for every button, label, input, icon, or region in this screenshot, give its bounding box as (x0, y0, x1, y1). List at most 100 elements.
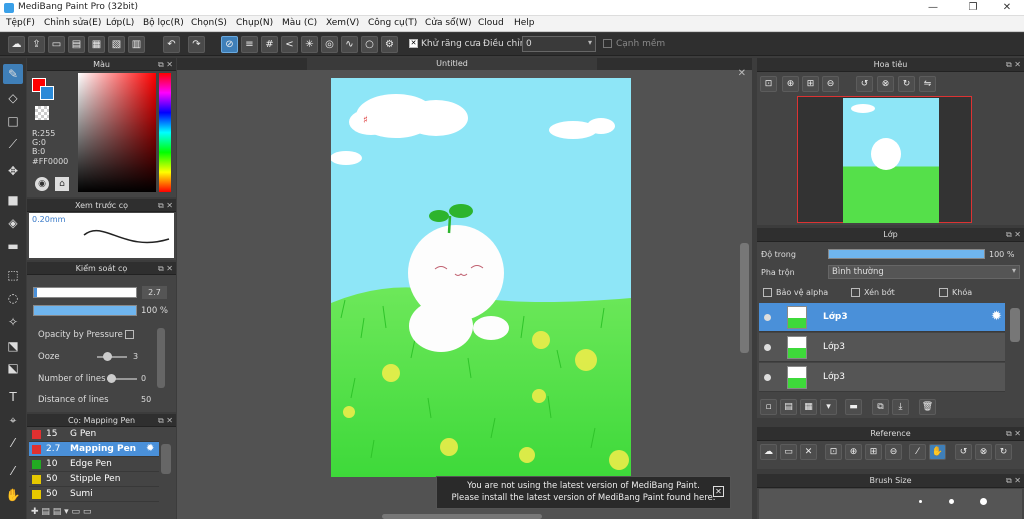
dot-tool-icon[interactable]: □ (3, 111, 23, 131)
select-pen-icon[interactable]: ⬔ (3, 336, 23, 356)
circle-snap-icon[interactable]: ◎ (321, 36, 338, 53)
snap-settings-icon[interactable]: ⚙ (381, 36, 398, 53)
eye-icon[interactable] (764, 314, 771, 321)
clipping-checkbox[interactable] (851, 288, 860, 297)
folder-icon[interactable]: ▬ (845, 399, 862, 415)
flip-icon[interactable]: ⇋ (919, 76, 936, 92)
reset-rotate-icon[interactable]: ⊗ (877, 76, 894, 92)
radial-snap-icon[interactable]: ✳ (301, 36, 318, 53)
protect-alpha-checkbox[interactable] (763, 288, 772, 297)
undo-icon[interactable]: ↶ (163, 36, 180, 53)
navigator-preview[interactable] (797, 96, 972, 223)
shape-tool-icon[interactable]: ■ (3, 190, 23, 210)
new-halftone-layer-icon[interactable]: ▦ (800, 399, 817, 415)
maximize-icon[interactable]: ❐ (960, 0, 986, 15)
panel-window-icon[interactable]: ⧉ ✕ (158, 58, 173, 71)
lasso-tool-icon[interactable]: ◌ (3, 288, 23, 308)
menu-tools[interactable]: Công cụ(T) (368, 18, 417, 28)
panel-window-icon[interactable]: ⧉ ✕ (158, 262, 173, 275)
canvas-hscrollbar[interactable] (382, 514, 542, 519)
hue-slider[interactable] (159, 73, 171, 192)
gear-icon[interactable]: ✹ (146, 443, 154, 454)
panel-window-icon[interactable]: ⧉ ✕ (1006, 228, 1021, 242)
gradient-tool-icon[interactable]: ▬ (3, 236, 23, 256)
add-brush-icon[interactable]: ✚ ▤ ▤ ▾ ▭ ▭ (31, 507, 91, 517)
eye-icon[interactable] (764, 344, 771, 351)
menu-file[interactable]: Tệp(F) (6, 18, 35, 28)
curve-snap-icon[interactable]: ∿ (341, 36, 358, 53)
zoom-fit-icon[interactable]: ⊡ (760, 76, 777, 92)
brush-tool-icon[interactable]: ✎ (3, 64, 23, 84)
antialias-checkbox[interactable]: ✕ (409, 39, 418, 48)
menu-cloud[interactable]: Cloud (478, 18, 504, 28)
select-tool-icon[interactable]: ⬚ (3, 265, 23, 285)
brush-item[interactable]: 10 Edge Pen (29, 457, 159, 472)
page-icon[interactable]: ▤ (68, 36, 85, 53)
open-folder-icon[interactable]: ▭ (780, 444, 797, 460)
zoom-in-icon[interactable]: ⊕ (782, 76, 799, 92)
eraser-tool-icon[interactable]: ◇ (3, 88, 23, 108)
grid-doc-icon[interactable]: ▧ (108, 36, 125, 53)
panel-window-icon[interactable]: ⧉ ✕ (1006, 427, 1021, 441)
zoom-fit-icon[interactable]: ⊡ (825, 444, 842, 460)
rotate-right-icon[interactable]: ↻ (995, 444, 1012, 460)
close-icon[interactable]: ✕ (994, 0, 1020, 15)
update-notice[interactable]: You are not using the latest version of … (436, 476, 731, 509)
brush-size-grid[interactable] (759, 489, 1022, 519)
brush-item[interactable]: 50 Sumi (29, 487, 159, 502)
ellipse-snap-icon[interactable]: ○ (361, 36, 378, 53)
rotate-left-icon[interactable]: ↺ (856, 76, 873, 92)
hand-icon[interactable]: ✋ (929, 444, 946, 460)
brush-ctrl-scrollbar[interactable] (157, 328, 165, 388)
opacity-pressure-checkbox[interactable] (125, 330, 134, 339)
blend-mode-select[interactable]: Bình thường ▾ (828, 265, 1020, 279)
move-tool-icon[interactable]: ✥ (3, 161, 23, 181)
actual-size-icon[interactable]: ⊞ (865, 444, 882, 460)
menu-edit[interactable]: Chỉnh sửa(E) (44, 18, 101, 28)
eye-icon[interactable] (764, 374, 771, 381)
menu-filter[interactable]: Bộ lọc(R) (143, 18, 184, 28)
blur-tool-icon[interactable]: ⟋ (3, 134, 23, 154)
lines-slider[interactable] (107, 374, 137, 383)
zoom-out-icon[interactable]: ⊖ (822, 76, 839, 92)
new-color-layer-icon[interactable]: ▤ (780, 399, 797, 415)
rotate-right-icon[interactable]: ↻ (898, 76, 915, 92)
minimize-icon[interactable]: — (920, 0, 946, 15)
select-eraser-icon[interactable]: ⬕ (3, 358, 23, 378)
duplicate-layer-icon[interactable]: ⧉ (872, 399, 889, 415)
lock-checkbox[interactable] (939, 288, 948, 297)
trash-icon[interactable]: 🗑 (919, 399, 936, 415)
menu-select[interactable]: Chọn(S) (191, 18, 227, 28)
add-special-layer-icon[interactable]: ▾ (820, 399, 837, 415)
reset-rotate-icon[interactable]: ⊗ (975, 444, 992, 460)
cross-snap-icon[interactable]: # (261, 36, 278, 53)
zoom-in-icon[interactable]: ⊕ (845, 444, 862, 460)
gear-icon[interactable]: ✹ (991, 309, 1002, 324)
document-icon[interactable]: ▦ (88, 36, 105, 53)
menu-help[interactable]: Help (514, 18, 535, 28)
layout-icon[interactable]: ▥ (128, 36, 145, 53)
canvas-vscrollbar[interactable] (740, 243, 749, 353)
menu-capture[interactable]: Chụp(N) (236, 18, 273, 28)
canvas-tab[interactable]: Untitled (307, 58, 597, 70)
fill-tool-icon[interactable]: ◈ (3, 213, 23, 233)
brush-size-slider[interactable] (33, 287, 137, 298)
eyedropper-icon[interactable]: ⁄ (909, 444, 926, 460)
panel-window-icon[interactable]: ⧉ ✕ (1006, 474, 1021, 488)
snap-off-icon[interactable]: ⊘ (221, 36, 238, 53)
close-reference-icon[interactable]: ✕ (800, 444, 817, 460)
brush-list-scrollbar[interactable] (161, 444, 171, 474)
actual-size-icon[interactable]: ⊞ (802, 76, 819, 92)
panel-window-icon[interactable]: ⧉ ✕ (158, 414, 173, 427)
brush-item[interactable]: 50 Stipple Pen (29, 472, 159, 487)
ooze-slider[interactable] (97, 352, 127, 361)
brush-size-value[interactable]: 2.7 (142, 286, 167, 299)
menu-color[interactable]: Màu (C) (282, 18, 317, 28)
transparent-swatch[interactable] (35, 106, 49, 120)
hand-tool-icon[interactable]: ✋ (3, 485, 23, 505)
pen-pressure-icon[interactable]: ⁄ (3, 461, 23, 481)
layer-row-selected[interactable]: Lớp3 ✹ (759, 303, 1005, 332)
cloud-icon[interactable]: ☁ (8, 36, 25, 53)
merge-layer-icon[interactable]: ⤓ (892, 399, 909, 415)
adjust-select[interactable]: 0 ▾ (522, 36, 596, 52)
